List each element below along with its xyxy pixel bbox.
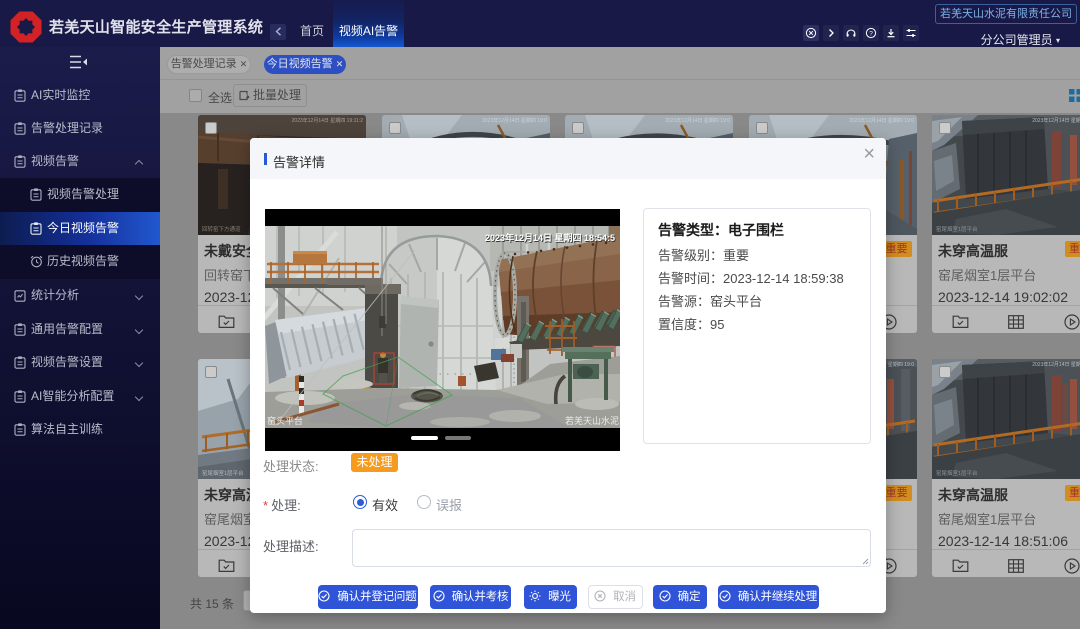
svg-text:2023年12月14日 星期四 19:0: 2023年12月14日 星期四 19:0	[482, 117, 547, 124]
svg-text:2023年12月14日 星期四 19:11:2: 2023年12月14日 星期四 19:11:2	[292, 117, 364, 124]
svg-text:2023年12月14日 星期四 19:0: 2023年12月14日 星期四 19:0	[1032, 117, 1080, 124]
svg-text:回转窑下方通道: 回转窑下方通道	[202, 225, 241, 233]
svg-text:2023年12月14日 星期四 19:0: 2023年12月14日 星期四 19:0	[665, 117, 730, 124]
svg-text:窑头平台: 窑头平台	[267, 415, 303, 426]
svg-text:窑尾烟室1层平台: 窑尾烟室1层平台	[936, 225, 978, 233]
svg-text:窑尾烟室1层平台: 窑尾烟室1层平台	[202, 469, 244, 477]
svg-text:2023年12月14日 星期四 19:0: 2023年12月14日 星期四 19:0	[849, 117, 914, 124]
svg-text:窑尾烟室1层平台: 窑尾烟室1层平台	[936, 469, 978, 477]
svg-text:若羌天山水泥: 若羌天山水泥	[565, 415, 619, 426]
svg-text:2023年12月14日 星期四 18:54:5: 2023年12月14日 星期四 18:54:5	[485, 232, 615, 243]
svg-text:2023年12月14日 星期四 19:0: 2023年12月14日 星期四 19:0	[1032, 361, 1080, 368]
